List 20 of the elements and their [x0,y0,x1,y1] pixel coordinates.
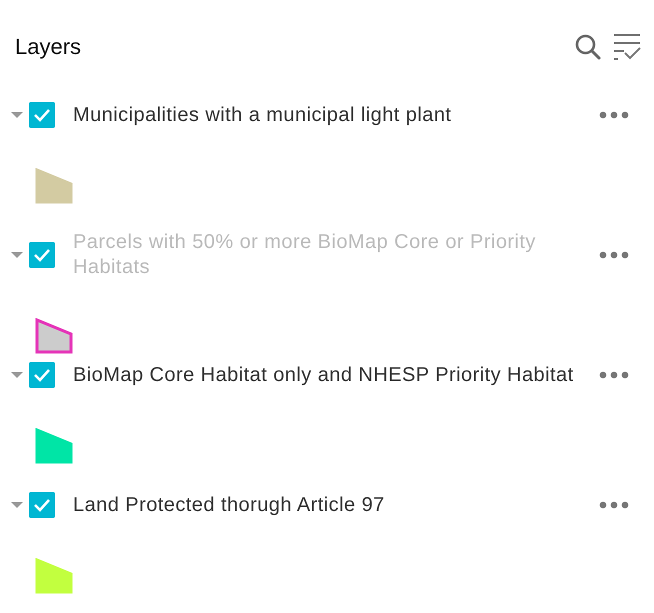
checkbox[interactable] [29,492,55,518]
legend-swatch-icon [35,558,73,594]
search-icon[interactable] [574,33,602,61]
caret-icon[interactable] [11,111,23,119]
layer-title[interactable]: Land Protected thorugh Article 97 [73,492,589,518]
more-icon[interactable] [599,501,629,509]
legend-swatch-icon [35,168,73,204]
caret-icon[interactable] [11,371,23,379]
layer-title[interactable]: BioMap Core Habitat only and NHESP Priority Habitat [73,362,589,388]
more-icon[interactable] [599,251,629,259]
more-icon[interactable] [599,371,629,379]
legend-swatch-icon [35,428,73,464]
panel-title: Layers [15,34,82,60]
more-icon[interactable] [599,111,629,119]
checkbox[interactable] [29,102,55,128]
checkbox[interactable] [29,362,55,388]
legend-swatch-icon [35,318,73,354]
layer-title[interactable]: Municipalities with a municipal light plant [73,102,589,128]
filter-list-icon[interactable] [612,32,642,62]
caret-icon[interactable] [11,501,23,509]
